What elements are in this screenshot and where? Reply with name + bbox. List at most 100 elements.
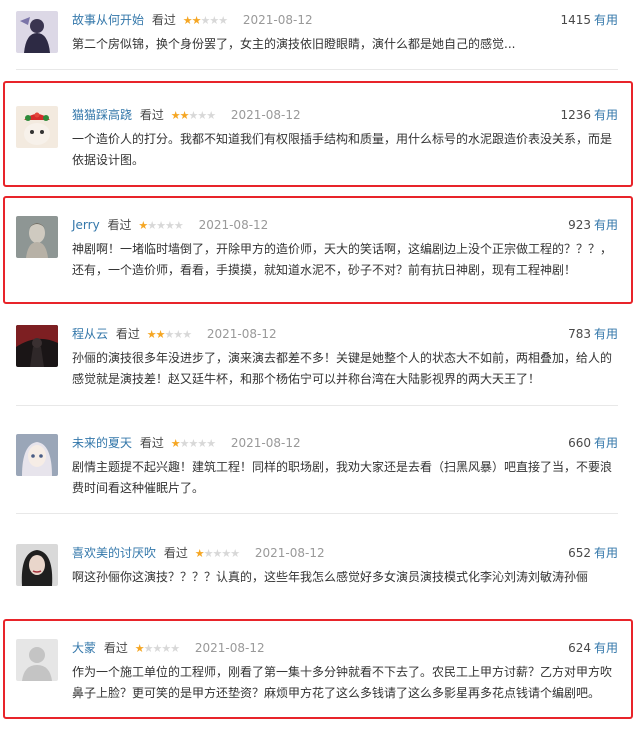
comment-date: 2021-08-12 <box>194 641 265 655</box>
vote-box: 660 有用 <box>568 434 618 452</box>
username-link[interactable]: Jerry <box>72 218 100 232</box>
comment-text: 孙俪的演技很多年没进步了，演来演去都差不多！关键是她整个人的状态大不如前，两相叠… <box>72 351 613 386</box>
avatar-default-user-icon <box>16 639 58 681</box>
comment-date: 2021-08-12 <box>206 327 277 341</box>
vote-box: 783 有用 <box>568 325 618 343</box>
star-icon: ★ <box>152 642 162 655</box>
comment-item: 未来的夏天 看过 ★★★★★ 2021-08-12 660 有用 剧情主题提不起兴… <box>16 434 618 504</box>
star-icon: ★ <box>134 642 145 655</box>
user-avatar[interactable] <box>16 325 58 367</box>
useful-button[interactable]: 有用 <box>594 108 618 122</box>
vote-box: 624 有用 <box>568 639 618 657</box>
watched-status: 看过 <box>103 641 128 655</box>
divider <box>16 405 618 406</box>
star-icon: ★ <box>188 109 198 122</box>
comment-meta: 猫猫踩高跷 看过 ★★★★★ 2021-08-12 1236 有用 <box>72 106 618 124</box>
star-icon: ★ <box>230 547 240 560</box>
watched-status: 看过 <box>115 327 140 341</box>
vote-count: 783 <box>568 327 591 341</box>
star-icon: ★ <box>170 437 181 450</box>
star-icon: ★ <box>206 109 216 122</box>
user-avatar[interactable] <box>16 11 58 53</box>
username-link[interactable]: 大蒙 <box>72 641 96 655</box>
avatar-cat-christmas-icon <box>16 106 58 148</box>
comment-meta: 大蒙 看过 ★★★★★ 2021-08-12 624 有用 <box>72 639 618 657</box>
username-link[interactable]: 喜欢美的讨厌吹 <box>72 546 156 560</box>
star-icon: ★ <box>200 14 210 27</box>
star-icon: ★ <box>182 328 192 341</box>
username-link[interactable]: 未来的夏天 <box>72 436 132 450</box>
comment-meta: Jerry 看过 ★★★★★ 2021-08-12 923 有用 <box>72 216 618 234</box>
star-icon: ★ <box>156 219 166 232</box>
vote-count: 652 <box>568 546 591 560</box>
star-icon: ★ <box>173 328 183 341</box>
vote-count: 923 <box>568 218 591 232</box>
username-link[interactable]: 猫猫踩高跷 <box>72 108 132 122</box>
star-icon: ★ <box>197 437 207 450</box>
divider <box>16 69 618 70</box>
star-icon: ★ <box>173 219 184 232</box>
star-icon: ★ <box>197 109 207 122</box>
vote-count: 660 <box>568 436 591 450</box>
avatar-anime-icon <box>16 434 58 476</box>
vote-box: 652 有用 <box>568 544 618 562</box>
comment-list: 故事从何开始 看过 ★★★★★ 2021-08-12 1415 有用 第二个房似锦… <box>0 0 641 735</box>
user-avatar[interactable] <box>16 544 58 586</box>
comment-item: 猫猫踩高跷 看过 ★★★★★ 2021-08-12 1236 有用 一个造价人的打… <box>16 106 618 176</box>
comment-text: 第二个房似锦，换个身份罢了，女主的演技依旧瞪眼睛，演什么都是她自己的感觉... <box>72 37 516 51</box>
useful-button[interactable]: 有用 <box>594 641 618 655</box>
avatar-woman-portrait-icon <box>16 544 58 586</box>
star-icon: ★ <box>212 547 222 560</box>
comment-date: 2021-08-12 <box>254 546 325 560</box>
comment-item: 故事从何开始 看过 ★★★★★ 2021-08-12 1415 有用 第二个房似锦… <box>16 11 618 61</box>
star-icon: ★ <box>146 328 157 341</box>
star-icon: ★ <box>209 14 219 27</box>
comment-text: 神剧啊！一堵临时墙倒了，开除甲方的造价师，天大的笑话啊，这编剧边上没个正宗做工程… <box>72 242 613 277</box>
useful-button[interactable]: 有用 <box>594 436 618 450</box>
rating-stars: ★★★★★ <box>138 217 184 235</box>
useful-button[interactable]: 有用 <box>594 327 618 341</box>
vote-count: 624 <box>568 641 591 655</box>
watched-status: 看过 <box>139 436 164 450</box>
vote-box: 923 有用 <box>568 216 618 234</box>
star-icon: ★ <box>188 437 198 450</box>
watched-status: 看过 <box>107 218 132 232</box>
star-icon: ★ <box>182 14 193 27</box>
vote-count: 1236 <box>560 108 591 122</box>
username-link[interactable]: 故事从何开始 <box>72 13 144 27</box>
comment-date: 2021-08-12 <box>230 108 301 122</box>
avatar-dark-red-icon <box>16 325 58 367</box>
rating-stars: ★★★★★ <box>170 435 216 453</box>
watched-status: 看过 <box>151 13 176 27</box>
star-icon: ★ <box>221 547 231 560</box>
vote-count: 1415 <box>560 13 591 27</box>
username-link[interactable]: 程从云 <box>72 327 108 341</box>
rating-stars: ★★★★★ <box>182 12 228 30</box>
vote-box: 1415 有用 <box>560 11 618 29</box>
useful-button[interactable]: 有用 <box>594 218 618 232</box>
user-avatar[interactable] <box>16 434 58 476</box>
rating-stars: ★★★★★ <box>134 640 180 658</box>
comment-item: 喜欢美的讨厌吹 看过 ★★★★★ 2021-08-12 652 有用 啊这孙俪你这… <box>16 544 618 594</box>
star-icon: ★ <box>164 328 174 341</box>
user-avatar[interactable] <box>16 106 58 148</box>
user-avatar[interactable] <box>16 216 58 258</box>
comment-meta: 故事从何开始 看过 ★★★★★ 2021-08-12 1415 有用 <box>72 11 618 29</box>
vote-box: 1236 有用 <box>560 106 618 124</box>
star-icon: ★ <box>138 219 148 232</box>
comment-text: 一个造价人的打分。我都不知道我们有权限插手结构和质量，用什么标号的水泥跟造价表没… <box>72 132 613 167</box>
comment-date: 2021-08-12 <box>198 218 269 232</box>
useful-button[interactable]: 有用 <box>594 546 618 560</box>
comment-item: Jerry 看过 ★★★★★ 2021-08-12 923 有用 神剧啊！一堵临时… <box>16 216 618 286</box>
watched-status: 看过 <box>139 108 164 122</box>
rating-stars: ★★★★★ <box>146 326 192 344</box>
comment-meta: 喜欢美的讨厌吹 看过 ★★★★★ 2021-08-12 652 有用 <box>72 544 618 562</box>
user-avatar[interactable] <box>16 639 58 681</box>
useful-button[interactable]: 有用 <box>594 13 618 27</box>
divider <box>16 513 618 514</box>
comment-text: 剧情主题提不起兴趣！建筑工程！同样的职场剧，我劝大家还是去看（扫黑风暴）吧直接了… <box>72 460 613 495</box>
star-icon: ★ <box>147 219 157 232</box>
star-icon: ★ <box>161 642 171 655</box>
star-icon: ★ <box>170 642 180 655</box>
comment-text: 啊这孙俪你这演技？？？？认真的，这些年我怎么感觉好多女演员演技模式化李沁刘涛刘敏… <box>72 570 589 584</box>
